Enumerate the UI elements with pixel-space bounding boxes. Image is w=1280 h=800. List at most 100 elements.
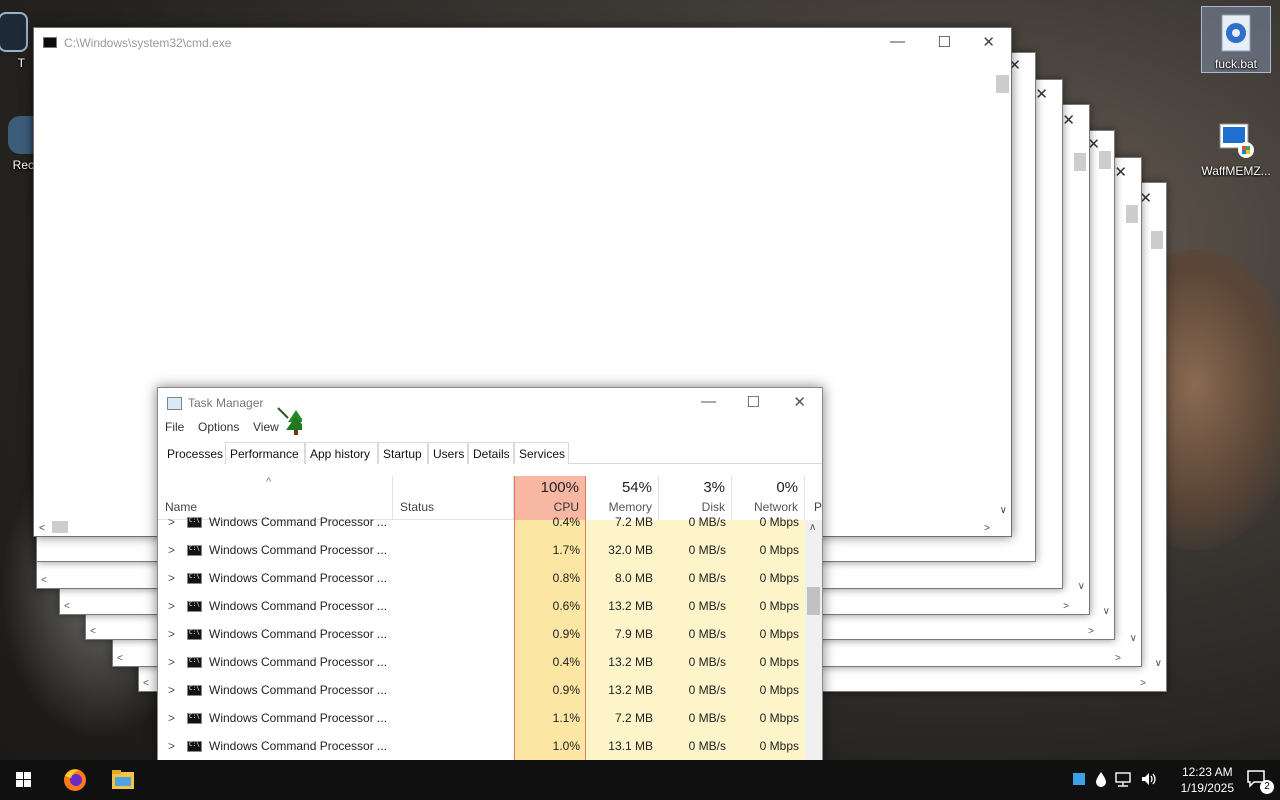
tab-details[interactable]: Details [468, 442, 514, 464]
vertical-scrollbar[interactable] [994, 68, 1011, 517]
tab-app-history[interactable]: App history [305, 442, 378, 464]
scroll-right-arrow[interactable]: > [1115, 653, 1121, 664]
process-name: Windows Command Processor ... [209, 517, 388, 529]
task-manager-window[interactable]: Task Manager — ☐ ✕ File Options View Pro… [157, 387, 823, 800]
process-cpu: 0.6% [552, 599, 580, 613]
scrollbar-thumb[interactable] [1074, 153, 1086, 171]
scroll-down-arrow[interactable]: ∨ [1078, 581, 1085, 592]
cmd-process-icon [187, 629, 202, 640]
close-button[interactable]: ✕ [982, 33, 995, 51]
batch-file-icon [1216, 13, 1256, 53]
defender-square-icon[interactable] [1073, 773, 1085, 785]
table-row[interactable]: > Windows Command Processor ... 0.6% 13.2 M… [158, 592, 807, 620]
header-disk[interactable]: 3% Disk [659, 476, 732, 520]
tab-performance[interactable]: Performance [225, 442, 305, 464]
scrollbar-thumb[interactable] [1099, 151, 1111, 169]
file-explorer-button[interactable] [99, 760, 147, 800]
scrollbar-thumb[interactable] [1126, 205, 1138, 223]
table-row[interactable]: > Windows Command Processor ... 0.4% 7.2 MB… [158, 517, 807, 536]
expand-chevron-icon[interactable]: > [168, 564, 175, 592]
cmd-process-icon [187, 601, 202, 612]
column-header: ^ Name Status 100% CPU 54% Memory 3% Dis… [158, 476, 822, 520]
process-list-scrollbar[interactable]: ∧ [805, 520, 822, 799]
expand-chevron-icon[interactable]: > [168, 676, 175, 704]
desktop-icon-fuck-bat[interactable]: fuck.bat [1201, 6, 1271, 73]
close-button[interactable]: ✕ [793, 393, 806, 411]
expand-chevron-icon[interactable]: > [168, 704, 175, 732]
tab-users[interactable]: Users [428, 442, 468, 464]
scroll-left-arrow[interactable]: < [64, 601, 70, 612]
header-cpu-label: CPU [553, 500, 579, 514]
minimize-button[interactable]: — [701, 393, 716, 410]
scroll-right-arrow[interactable]: > [984, 523, 990, 534]
desktop-icon-recycle-bin[interactable]: Rec [0, 112, 34, 178]
cmd-process-icon [187, 741, 202, 752]
process-cpu: 0.9% [552, 627, 580, 641]
table-row[interactable]: > Windows Command Processor ... 0.4% 13.2 M… [158, 648, 807, 676]
firefox-button[interactable] [51, 760, 99, 800]
close-icon[interactable]: ✕ [1114, 163, 1127, 181]
close-icon[interactable]: ✕ [1062, 111, 1075, 129]
scroll-down-arrow[interactable]: ∨ [1000, 505, 1007, 516]
table-row[interactable]: > Windows Command Processor ... 0.9% 7.9 MB… [158, 620, 807, 648]
scroll-left-arrow[interactable]: < [90, 626, 96, 637]
menu-file[interactable]: File [165, 420, 184, 434]
clock[interactable]: 12:23 AM 1/19/2025 [1181, 764, 1234, 796]
scroll-left-arrow[interactable]: < [143, 678, 149, 689]
menu-options[interactable]: Options [198, 420, 239, 434]
header-name[interactable]: Name [158, 476, 393, 520]
maximize-button[interactable]: ☐ [747, 393, 760, 411]
expand-chevron-icon[interactable]: > [168, 517, 175, 536]
header-memory[interactable]: 54% Memory [586, 476, 659, 520]
scroll-right-arrow[interactable]: > [1063, 601, 1069, 612]
scrollbar-thumb[interactable] [996, 75, 1009, 93]
expand-chevron-icon[interactable]: > [168, 732, 175, 760]
dropbox-drop-icon[interactable] [1095, 771, 1107, 787]
scroll-right-arrow[interactable]: > [1140, 678, 1146, 689]
scroll-right-arrow[interactable]: > [1088, 626, 1094, 637]
volume-icon[interactable] [1140, 771, 1158, 787]
menu-view[interactable]: View [253, 420, 279, 434]
scroll-left-arrow[interactable]: < [117, 653, 123, 664]
header-network[interactable]: 0% Network [732, 476, 805, 520]
desktop-icon-partial-1[interactable]: T [0, 8, 28, 74]
close-icon[interactable]: ✕ [1035, 85, 1048, 103]
header-cpu[interactable]: 100% CPU [514, 476, 586, 520]
start-button[interactable] [0, 760, 48, 800]
table-row[interactable]: > Windows Command Processor ... 0.8% 8.0 MB… [158, 564, 807, 592]
process-network: 0 Mbps [759, 627, 799, 641]
scroll-left-arrow[interactable]: < [39, 523, 45, 534]
cmd-process-icon [187, 713, 202, 724]
scroll-up-arrow[interactable]: ∧ [809, 522, 816, 533]
table-row[interactable]: > Windows Command Processor ... 1.7% 32.0 M… [158, 536, 807, 564]
desktop-icon-waffmemz[interactable]: WaffMEMZ... [1201, 114, 1271, 180]
header-status[interactable]: Status [393, 476, 514, 520]
header-power[interactable]: P [805, 476, 822, 520]
process-cpu: 1.7% [552, 543, 580, 557]
minimize-button[interactable]: — [890, 33, 905, 50]
expand-chevron-icon[interactable]: > [168, 592, 175, 620]
tab-services[interactable]: Services [514, 442, 569, 464]
scroll-down-arrow[interactable]: ∨ [1103, 606, 1110, 617]
table-row[interactable]: > Windows Command Processor ... 0.9% 13.2 M… [158, 676, 807, 704]
scrollbar-thumb[interactable] [1151, 231, 1163, 249]
scrollbar-thumb[interactable] [807, 587, 820, 615]
process-disk: 0 MB/s [688, 655, 726, 669]
process-disk: 0 MB/s [688, 627, 726, 641]
scrollbar-thumb[interactable] [52, 521, 68, 533]
tab-startup[interactable]: Startup [378, 442, 428, 464]
maximize-button[interactable]: ☐ [938, 33, 951, 51]
scroll-left-arrow[interactable]: < [41, 575, 47, 586]
tab-processes[interactable]: Processes [162, 442, 224, 464]
action-center-button[interactable]: 2 [1246, 768, 1274, 794]
cmd-process-icon [187, 545, 202, 556]
expand-chevron-icon[interactable]: > [168, 620, 175, 648]
expand-chevron-icon[interactable]: > [168, 536, 175, 564]
network-icon[interactable] [1115, 771, 1133, 787]
expand-chevron-icon[interactable]: > [168, 648, 175, 676]
scroll-down-arrow[interactable]: ∨ [1130, 633, 1137, 644]
scroll-down-arrow[interactable]: ∨ [1155, 658, 1162, 669]
table-row[interactable]: > Windows Command Processor ... 1.0% 13.1 M… [158, 732, 807, 760]
memory-total-percent: 54% [621, 479, 652, 496]
table-row[interactable]: > Windows Command Processor ... 1.1% 7.2 MB… [158, 704, 807, 732]
